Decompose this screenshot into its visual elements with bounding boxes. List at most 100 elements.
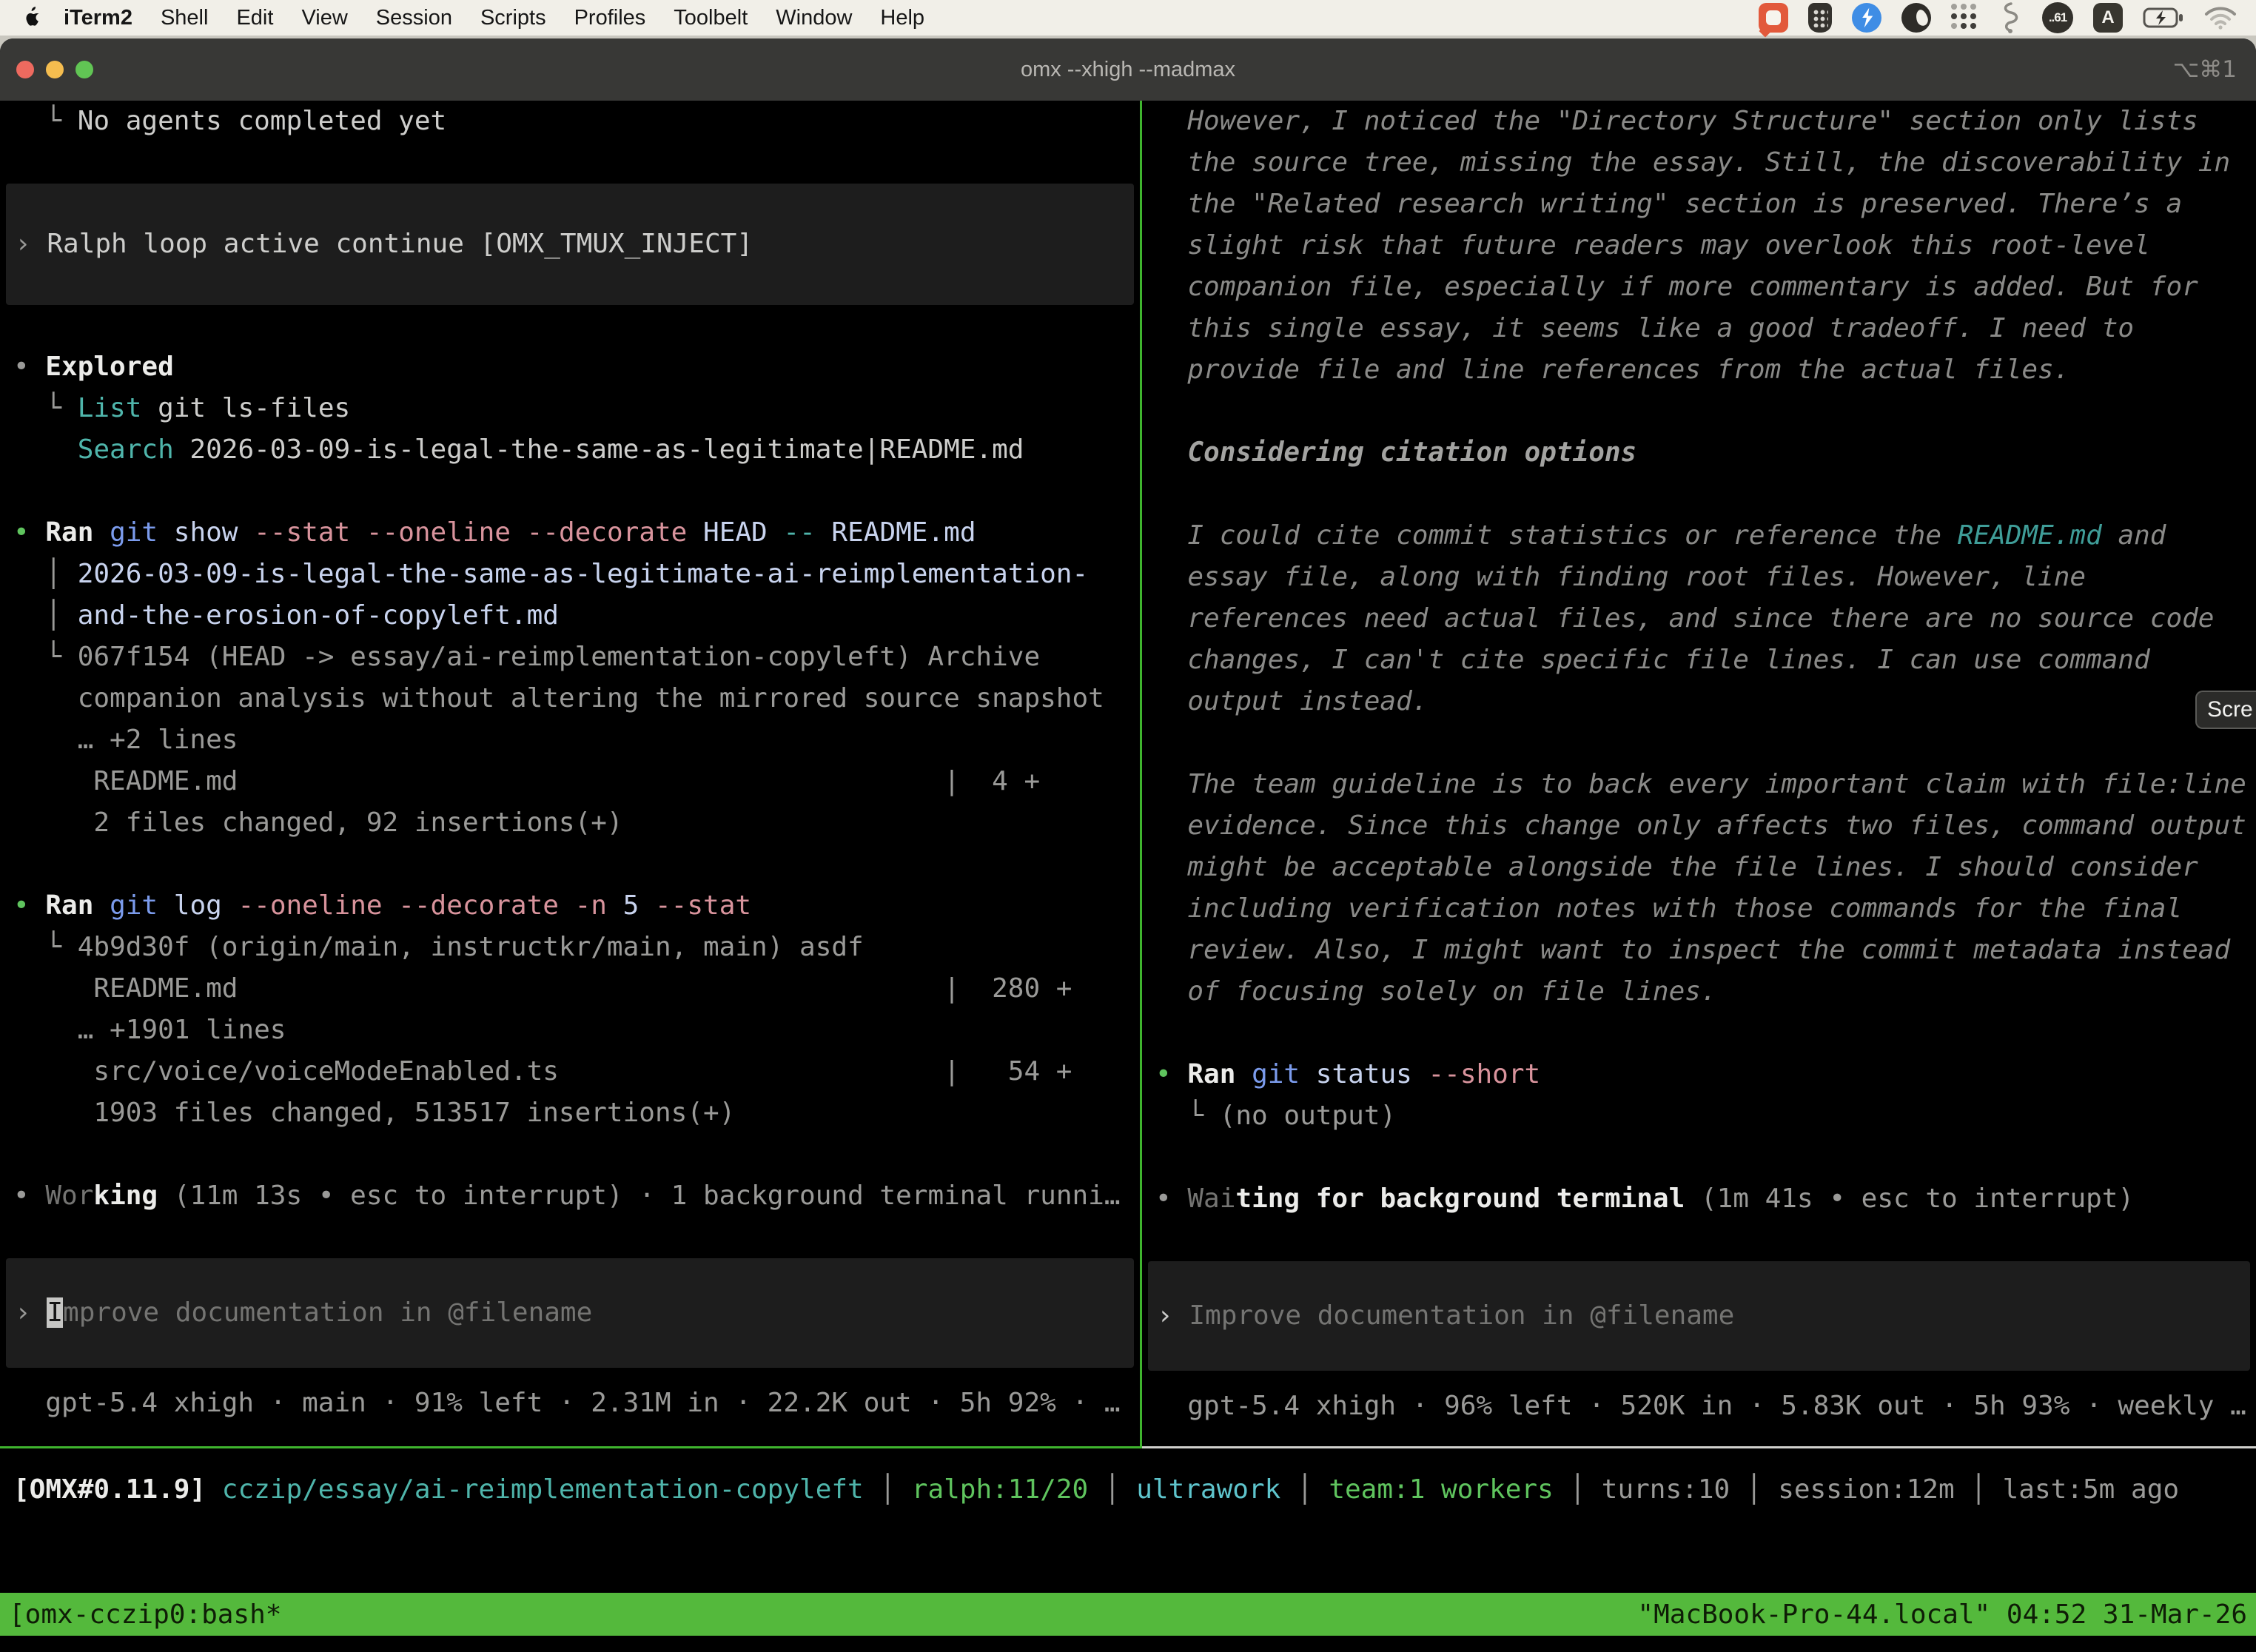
battery-icon[interactable] [2143, 1, 2184, 34]
terminal-line: of focusing solely on file lines. [1142, 971, 2256, 1013]
dots-grid-icon[interactable] [1951, 1, 1980, 34]
countdown-badge-icon[interactable]: ..61 [2042, 1, 2073, 34]
text-segment: │ turns:10 │ session:12m │ last:5m ago [1554, 1474, 2179, 1505]
blank-line [0, 471, 1140, 512]
right-pane[interactable]: However, I noticed the "Directory Struct… [1142, 101, 2256, 1446]
terminal-line: essay file, along with finding root file… [1142, 557, 2256, 598]
terminal-line: Search 2026-03-09-is-legal-the-same-as-l… [0, 429, 1140, 471]
text-segment: • [1155, 1183, 1187, 1214]
text-segment: └ (no output) [1155, 1101, 1396, 1131]
prompt-input-line[interactable]: › Ralph loop active continue [OMX_TMUX_I… [6, 224, 1134, 265]
blank-line [0, 1134, 1140, 1175]
text-segment: of focusing solely on file lines. [1155, 976, 1717, 1007]
text-segment: git [1235, 1059, 1300, 1089]
terminal-line: │ 2026-03-09-is-legal-the-same-as-legiti… [0, 554, 1140, 595]
text-segment: README.md [816, 517, 976, 548]
menu-help[interactable]: Help [880, 6, 924, 30]
text-segment: cczip/essay/ai-reimplementation-copyleft [206, 1474, 864, 1505]
prompt-input-box[interactable]: › Improve documentation in @filename [1148, 1261, 2250, 1371]
title-bar[interactable]: omx --xhigh --madmax ⌥⌘1 [0, 38, 2256, 101]
terminal-line: slight risk that future readers may over… [1142, 225, 2256, 266]
text-segment: │ [13, 559, 78, 589]
text-segment: │ [1088, 1474, 1136, 1505]
menu-items: iTerm2 Shell Edit View Session Scripts Profile… [64, 6, 939, 30]
terminal-line: └ (no output) [1142, 1095, 2256, 1137]
blank-line [1142, 1137, 2256, 1178]
blank-line [1142, 1220, 2256, 1261]
text-segment: Ran [1187, 1059, 1235, 1089]
terminal-line: • Ran git status --short [1142, 1054, 2256, 1095]
text-segment: › [15, 1297, 47, 1328]
menu-shell[interactable]: Shell [161, 6, 209, 30]
minimize-button[interactable] [46, 61, 64, 78]
menu-scripts[interactable]: Scripts [480, 6, 546, 30]
screen-recording-icon[interactable] [1759, 1, 1788, 34]
menu-view[interactable]: View [301, 6, 347, 30]
text-segment: changes, I can't cite specific file line… [1155, 645, 2150, 675]
text-segment: 5 [607, 890, 639, 921]
menu-profiles[interactable]: Profiles [574, 6, 646, 30]
terminal-line: The team guideline is to back every impo… [1142, 764, 2256, 805]
menu-iterm2[interactable]: iTerm2 [64, 6, 132, 30]
prompt-input-line[interactable]: › Improve documentation in @filename [1148, 1295, 2250, 1337]
text-segment: and-the-erosion-of-copyleft.md [78, 600, 559, 631]
screen-share-overlay-button[interactable]: Scre [2195, 691, 2256, 729]
terminal-line: … +1901 lines [0, 1010, 1140, 1051]
text-segment: I [47, 1297, 63, 1328]
window-shortcut-badge: ⌥⌘1 [2173, 38, 2237, 101]
text-segment: references need actual files, and since … [1155, 603, 2214, 634]
shield-grid-icon[interactable] [1808, 1, 1832, 34]
prompt-input-box[interactable]: › Improve documentation in @filename [6, 1258, 1134, 1368]
text-segment: │ [1280, 1474, 1329, 1505]
blank-line [1142, 1013, 2256, 1054]
tmux-host-clock: "MacBook-Pro-44.local" 04:52 31-Mar-26 [1637, 1599, 2247, 1630]
lightning-circle-icon[interactable] [1852, 1, 1881, 34]
window-title: omx --xhigh --madmax [1021, 58, 1235, 82]
text-segment: king [93, 1181, 158, 1211]
text-segment: --short [1412, 1059, 1540, 1089]
menu-window[interactable]: Window [776, 6, 852, 30]
apple-icon [22, 6, 41, 30]
blank-line [0, 305, 1140, 346]
text-segment: └ 067f154 (HEAD -> essay/ai-reimplementa… [13, 642, 1040, 672]
text-segment: companion file, especially if more comme… [1155, 272, 2198, 302]
text-segment: git ls-files [141, 393, 350, 423]
terminal-line: README.md | 280 + [0, 968, 1140, 1010]
terminal-line: might be acceptable alongside the file l… [1142, 847, 2256, 888]
text-segment: • [13, 517, 45, 548]
prompt-input-line[interactable]: › Improve documentation in @filename [6, 1292, 1134, 1334]
apple-menu[interactable] [19, 6, 44, 30]
text-segment: status [1300, 1059, 1412, 1089]
terminal-line: … +2 lines [0, 719, 1140, 761]
text-segment: The team guideline is to back every impo… [1155, 769, 2246, 799]
text-segment: Wai [1187, 1183, 1235, 1214]
left-pane[interactable]: └ No agents completed yet› Ralph loop ac… [0, 101, 1140, 1446]
text-segment: However, I noticed the "Directory Struct… [1155, 106, 2198, 136]
text-segment [13, 434, 78, 465]
text-segment: README.md | 4 + [13, 766, 1040, 796]
text-segment: └ 4b9d30f (origin/main, instructkr/main,… [13, 932, 864, 962]
blank-line [0, 1217, 1140, 1258]
menu-edit[interactable]: Edit [236, 6, 273, 30]
text-segment: └ [13, 106, 78, 136]
text-segment: › [15, 229, 47, 259]
text-segment: Ran [45, 517, 93, 548]
text-segment: --stat [639, 890, 751, 921]
squiggle-icon[interactable] [2000, 1, 2022, 34]
keyboard-layout-icon[interactable]: A [2093, 1, 2123, 34]
terminal-window: omx --xhigh --madmax ⌥⌘1 └ No agents com… [0, 38, 2256, 1652]
terminal-line: I could cite commit statistics or refere… [1142, 515, 2256, 557]
close-button[interactable] [16, 61, 34, 78]
pie-circle-icon[interactable] [1901, 1, 1931, 34]
zoom-button[interactable] [75, 61, 93, 78]
wifi-icon[interactable] [2204, 1, 2237, 34]
terminal-line: changes, I can't cite specific file line… [1142, 639, 2256, 681]
text-segment: › [1157, 1300, 1189, 1331]
right-pane-bottom-border [1142, 1446, 2256, 1448]
text-segment: Improve documentation in @filename [1189, 1300, 1734, 1331]
prompt-input-box[interactable]: › Ralph loop active continue [OMX_TMUX_I… [6, 184, 1134, 305]
menu-toolbelt[interactable]: Toolbelt [674, 6, 748, 30]
text-segment: │ [864, 1474, 912, 1505]
menu-session[interactable]: Session [376, 6, 452, 30]
terminal-line: • Waiting for background terminal (1m 41… [1142, 1178, 2256, 1220]
